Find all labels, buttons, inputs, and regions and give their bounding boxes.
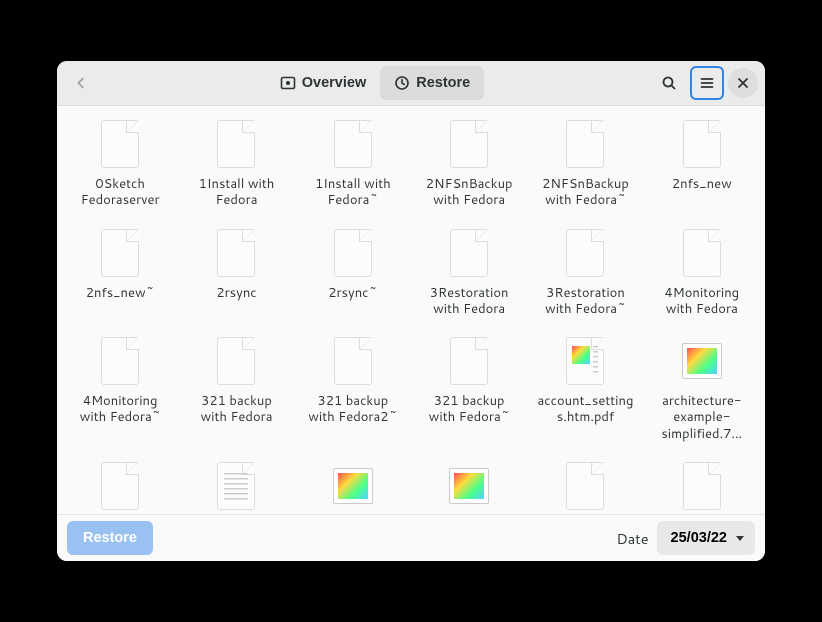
file-label: 3Restoration with Fedora~ [535, 285, 635, 318]
search-icon [661, 75, 677, 91]
generic-file-icon [450, 120, 488, 168]
restore-button[interactable]: Restore [67, 521, 153, 555]
tab-restore-label: Restore [416, 75, 470, 91]
view-switcher: Overview Restore [266, 66, 485, 100]
generic-file-icon [450, 337, 488, 385]
file-item[interactable]: account_settings.htm.pdf [528, 329, 642, 452]
file-label: 321 backup with Fedora~ [419, 393, 519, 426]
file-item[interactable]: 4Monitoring with Fedora [645, 221, 759, 328]
file-label: 2rsync [216, 285, 256, 301]
generic-file-icon [683, 229, 721, 277]
file-label: account_settings.htm.pdf [535, 393, 635, 426]
close-icon [737, 77, 749, 89]
file-label: 1Install with Fedora [186, 176, 286, 209]
file-label: 321 backup with Fedora2~ [303, 393, 403, 426]
file-item[interactable]: 2NFSnBackup with Fedora~ [528, 112, 642, 219]
file-item[interactable] [296, 454, 410, 514]
file-label: 4Monitoring with Fedora~ [70, 393, 170, 426]
file-browser[interactable]: 0Sketch Fedoraserver 1Install with Fedora… [57, 106, 765, 514]
close-button[interactable] [728, 68, 758, 98]
generic-file-icon [566, 120, 604, 168]
tab-overview-label: Overview [302, 75, 367, 91]
tab-overview[interactable]: Overview [266, 66, 381, 100]
file-label: 321 backup with Fedora [186, 393, 286, 426]
image-file-icon [682, 343, 722, 379]
file-label: 2nfs_new [672, 176, 732, 192]
file-item[interactable]: 1Install with Fedora [179, 112, 293, 219]
file-label: 2nfs_new~ [86, 285, 155, 301]
generic-file-icon [683, 462, 721, 510]
generic-file-icon [101, 229, 139, 277]
back-button[interactable] [64, 66, 98, 100]
generic-file-icon [101, 337, 139, 385]
file-label: architecture-example-simplified.7… [652, 393, 752, 442]
file-item[interactable]: 321 backup with Fedora2~ [296, 329, 410, 452]
triangle-down-icon [735, 533, 745, 543]
menu-button[interactable] [690, 66, 724, 100]
overview-icon [280, 75, 296, 91]
file-item[interactable]: 0Sketch Fedoraserver [63, 112, 177, 219]
hamburger-icon [699, 75, 715, 91]
file-item[interactable] [179, 454, 293, 514]
file-item[interactable]: 2rsync~ [296, 221, 410, 328]
generic-file-icon [566, 462, 604, 510]
app-window: Overview Restore 0Sketch Fedoraserver 1In… [57, 61, 765, 561]
file-label: 3Restoration with Fedora [419, 285, 519, 318]
date-picker-button[interactable]: 25/03/22 [657, 521, 755, 555]
generic-file-icon [334, 229, 372, 277]
generic-file-icon [217, 120, 255, 168]
file-label: 2NFSnBackup with Fedora [419, 176, 519, 209]
file-item[interactable]: 321 backup with Fedora [179, 329, 293, 452]
date-value: 25/03/22 [671, 530, 727, 546]
file-label: 4Monitoring with Fedora [652, 285, 752, 318]
search-button[interactable] [652, 66, 686, 100]
file-item[interactable]: 3Restoration with Fedora [412, 221, 526, 328]
tab-restore[interactable]: Restore [380, 66, 484, 100]
file-item[interactable] [412, 454, 526, 514]
chevron-left-icon [74, 76, 88, 90]
file-item[interactable]: 2NFSnBackup with Fedora [412, 112, 526, 219]
file-item[interactable] [63, 454, 177, 514]
file-item[interactable]: 4Monitoring with Fedora~ [63, 329, 177, 452]
image-file-icon [449, 468, 489, 504]
file-item[interactable]: 2nfs_new [645, 112, 759, 219]
generic-file-icon [101, 120, 139, 168]
clock-icon [394, 75, 410, 91]
file-label: 2rsync~ [328, 285, 377, 301]
text-file-icon [217, 462, 255, 510]
generic-file-icon [683, 120, 721, 168]
document-preview-icon [566, 337, 604, 385]
file-label: 2NFSnBackup with Fedora~ [535, 176, 635, 209]
file-label: 0Sketch Fedoraserver [70, 176, 170, 209]
header-bar: Overview Restore [57, 61, 765, 106]
generic-file-icon [217, 229, 255, 277]
generic-file-icon [450, 229, 488, 277]
file-item[interactable]: 2nfs_new~ [63, 221, 177, 328]
file-item[interactable] [528, 454, 642, 514]
action-bar: Restore Date 25/03/22 [57, 514, 765, 561]
generic-file-icon [334, 337, 372, 385]
date-label: Date [616, 528, 648, 549]
file-item[interactable]: 3Restoration with Fedora~ [528, 221, 642, 328]
file-item[interactable]: 2rsync [179, 221, 293, 328]
generic-file-icon [217, 337, 255, 385]
image-file-icon [333, 468, 373, 504]
file-item[interactable] [645, 454, 759, 514]
generic-file-icon [101, 462, 139, 510]
generic-file-icon [566, 229, 604, 277]
generic-file-icon [334, 120, 372, 168]
file-item[interactable]: 321 backup with Fedora~ [412, 329, 526, 452]
file-label: 1Install with Fedora~ [303, 176, 403, 209]
file-item[interactable]: 1Install with Fedora~ [296, 112, 410, 219]
file-item[interactable]: architecture-example-simplified.7… [645, 329, 759, 452]
